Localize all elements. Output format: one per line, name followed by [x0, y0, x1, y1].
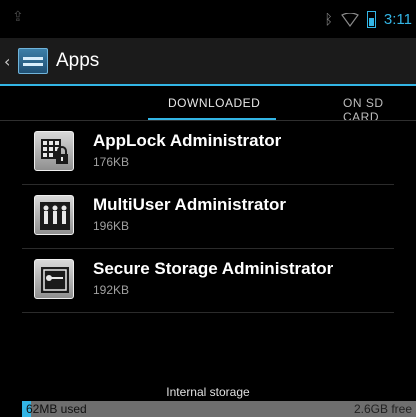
secure-storage-icon — [34, 259, 74, 299]
multiuser-icon — [34, 195, 74, 235]
app-list-item-multiuser[interactable]: MultiUser Administrator 196KB — [0, 185, 416, 249]
bluetooth-icon: ᛒ — [324, 11, 333, 28]
app-list: AppLock Administrator 176KB MultiUser Ad… — [0, 121, 416, 313]
page-title: Apps — [56, 50, 100, 71]
divider — [22, 312, 394, 313]
storage-bar: 62MB used 2.6GB free — [22, 401, 416, 417]
app-size: 176KB — [93, 155, 130, 169]
tab-downloaded[interactable]: DOWNLOADED — [168, 96, 260, 110]
storage-free-text: 2.6GB free — [353, 402, 412, 416]
battery-icon — [366, 11, 376, 28]
app-name: AppLock Administrator — [93, 131, 282, 150]
storage-used-text: 62MB used — [26, 402, 87, 416]
action-bar[interactable]: ‹ Apps — [0, 38, 416, 84]
storage-label: Internal storage — [166, 385, 250, 399]
status-icons: ᛒ 3:11 — [324, 11, 412, 28]
settings-app-icon[interactable] — [18, 48, 48, 74]
applock-icon — [34, 131, 74, 171]
app-name: Secure Storage Administrator — [93, 259, 334, 278]
app-name: MultiUser Administrator — [93, 195, 287, 214]
tab-strip: DOWNLOADED ON SD CARD — [0, 86, 416, 124]
clock: 3:11 — [383, 11, 412, 28]
app-list-item-secure-storage[interactable]: Secure Storage Administrator 192KB — [0, 249, 416, 313]
app-size: 192KB — [93, 283, 130, 297]
back-arrow-icon[interactable]: ‹ — [4, 52, 14, 71]
app-list-item-applock[interactable]: AppLock Administrator 176KB — [0, 121, 416, 185]
status-bar: ⇪ ᛒ 3:11 — [0, 0, 416, 38]
usb-icon: ⇪ — [12, 9, 24, 25]
wifi-icon — [341, 12, 359, 27]
app-size: 196KB — [93, 219, 130, 233]
